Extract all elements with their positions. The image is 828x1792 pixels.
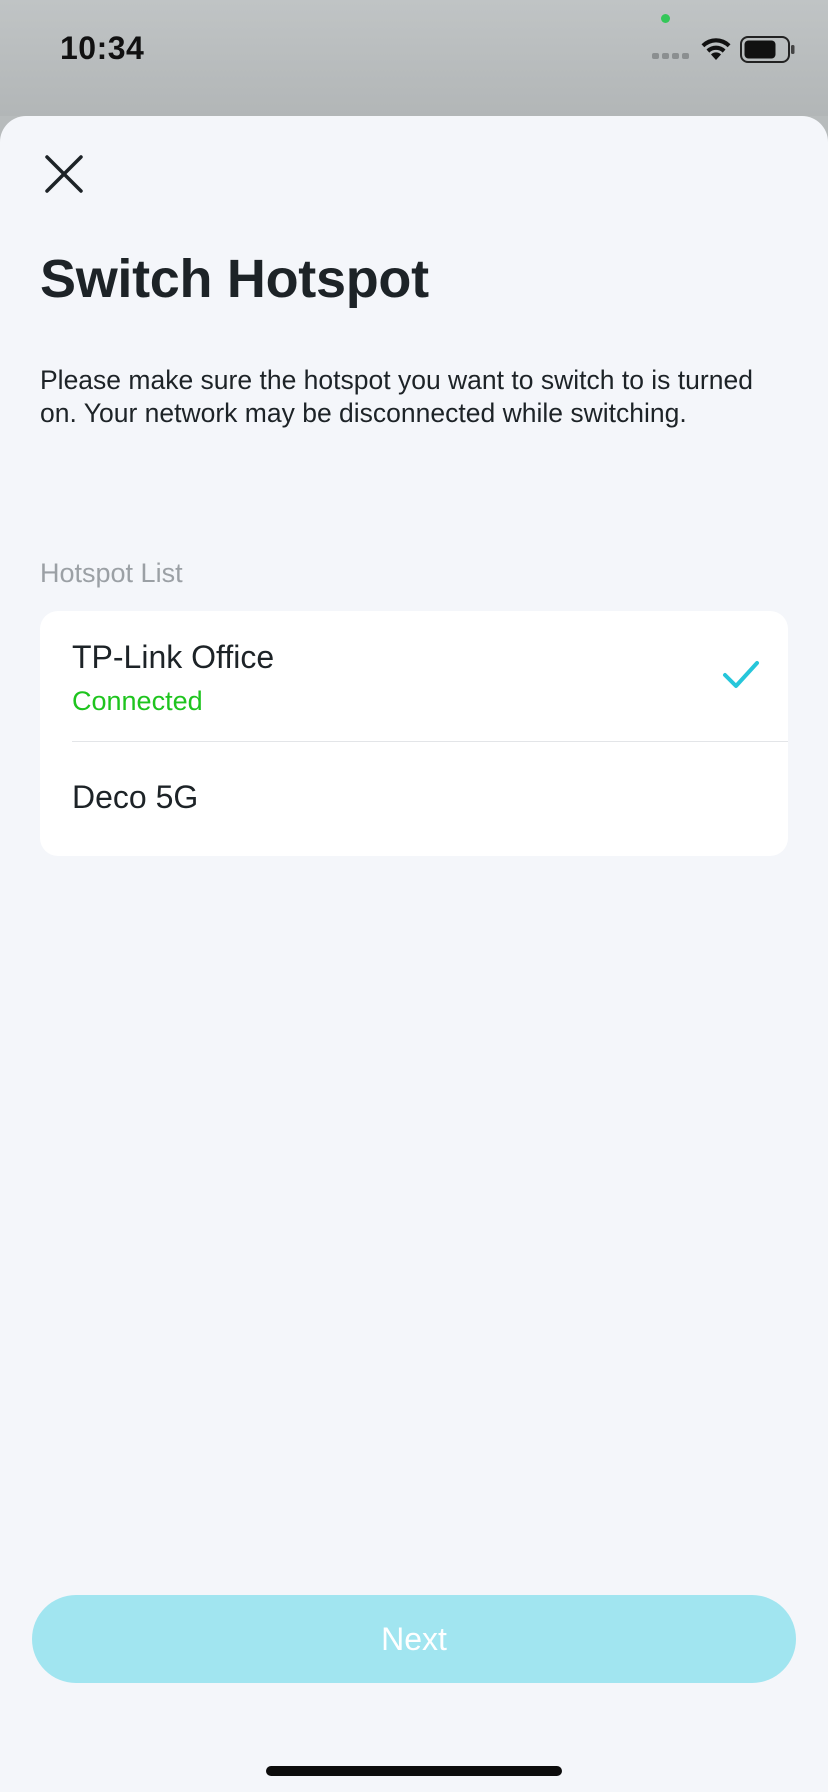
home-indicator [266, 1766, 562, 1776]
checkmark-icon [723, 661, 759, 688]
hotspot-list: TP-Link Office Connected Deco 5G [40, 611, 788, 856]
hotspot-item-tp-link-office[interactable]: TP-Link Office Connected [40, 611, 788, 741]
hotspot-name: TP-Link Office [72, 639, 275, 675]
status-time: 10:34 [60, 30, 145, 66]
privacy-indicator-dot [661, 14, 670, 23]
wifi-icon [701, 38, 731, 60]
hotspot-name: Deco 5G [72, 779, 199, 815]
description-text: Please make sure the hotspot you want to… [40, 365, 753, 428]
next-button[interactable]: Next [32, 1595, 796, 1683]
battery-icon [740, 36, 795, 63]
page-title: Switch Hotspot [40, 249, 429, 309]
cellular-signal-icon [652, 53, 689, 59]
close-button[interactable] [40, 150, 88, 198]
close-icon [45, 155, 83, 193]
status-bar: 10:34 [0, 0, 828, 116]
switch-hotspot-sheet: Switch Hotspot Please make sure the hots… [0, 116, 828, 1792]
hotspot-item-deco-5g[interactable]: Deco 5G [40, 741, 788, 856]
hotspot-list-label: Hotspot List [40, 558, 183, 588]
hotspot-status-connected: Connected [72, 686, 203, 716]
